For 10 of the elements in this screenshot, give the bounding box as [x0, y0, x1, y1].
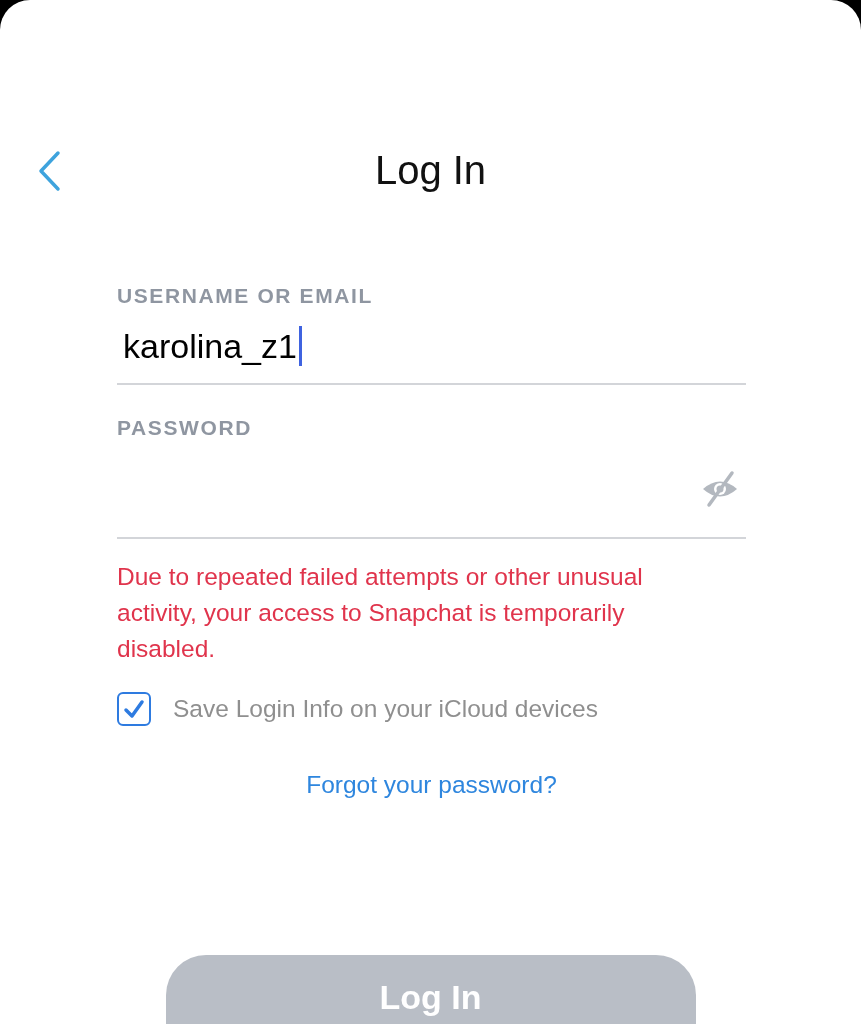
- field-label: PASSWORD: [117, 415, 253, 441]
- forgot-password-link[interactable]: Forgot your password?: [306, 771, 557, 799]
- error-message: Due to repeated failed attempts or other unusual activity, your access to Snapchat is temporarily disabled.: [117, 562, 644, 664]
- checkbox-label: Save Login Info on your iCloud devices: [173, 695, 598, 723]
- page-title: Log In: [374, 147, 487, 193]
- username-field[interactable]: karolina_z1: [117, 309, 746, 385]
- checkmark-icon: [123, 698, 145, 720]
- field-label: USERNAME OR EMAIL: [117, 283, 374, 309]
- checkbox[interactable]: [117, 692, 151, 726]
- chevron-left-icon: [36, 150, 62, 192]
